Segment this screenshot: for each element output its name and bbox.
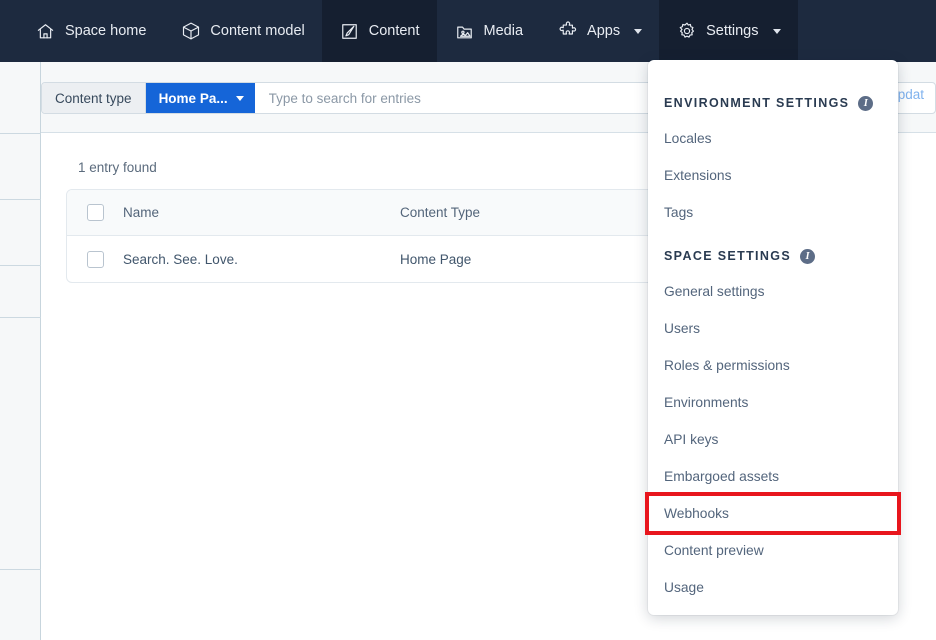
settings-dropdown-menu: ENVIRONMENT SETTINGS i Locales Extension… xyxy=(645,60,901,615)
nav-label-content: Content xyxy=(368,23,420,39)
left-sidebar-rail xyxy=(0,62,41,640)
top-navigation-bar: Space home Content model Content Media A… xyxy=(0,0,936,62)
chevron-down-icon-content-type[interactable] xyxy=(235,96,244,101)
content-type-filter-value: Home Pa... xyxy=(158,90,228,106)
sidebar-divider xyxy=(0,569,41,570)
sidebar-divider xyxy=(0,265,41,266)
menu-item-content-preview[interactable]: Content preview xyxy=(648,532,898,569)
section-header-space-settings: SPACE SETTINGS i xyxy=(648,239,898,273)
menu-item-users[interactable]: Users xyxy=(648,310,898,347)
content-icon xyxy=(339,21,360,42)
nav-label-apps: Apps xyxy=(587,23,621,39)
media-icon xyxy=(454,21,475,42)
apps-puzzle-icon xyxy=(557,21,578,42)
section-header-environment-settings: ENVIRONMENT SETTINGS i xyxy=(648,86,898,120)
sidebar-divider xyxy=(0,133,41,134)
chevron-down-icon-settings[interactable] xyxy=(772,29,781,34)
menu-item-general-settings[interactable]: General settings xyxy=(648,273,898,310)
content-type-filter-pill[interactable]: Home Pa... xyxy=(145,83,255,113)
section-title-environment-settings: ENVIRONMENT SETTINGS xyxy=(664,96,850,110)
home-icon xyxy=(35,21,56,42)
section-title-space-settings: SPACE SETTINGS xyxy=(664,249,792,263)
nav-item-media[interactable]: Media xyxy=(437,0,541,62)
info-icon-environment-settings[interactable]: i xyxy=(858,95,874,111)
sidebar-divider xyxy=(0,317,41,318)
select-all-checkbox[interactable] xyxy=(67,204,123,221)
nav-label-content-model: Content model xyxy=(210,23,305,39)
menu-item-extensions[interactable]: Extensions xyxy=(648,157,898,194)
nav-item-content-model[interactable]: Content model xyxy=(163,0,321,62)
nav-item-settings[interactable]: Settings xyxy=(659,0,798,62)
cell-name[interactable]: Search. See. Love. xyxy=(123,252,400,267)
content-model-icon xyxy=(180,21,201,42)
menu-item-embargoed-assets[interactable]: Embargoed assets xyxy=(648,458,898,495)
menu-item-environments[interactable]: Environments xyxy=(648,384,898,421)
nav-label-media: Media xyxy=(483,23,524,39)
nav-label-space-home: Space home xyxy=(65,23,147,39)
info-icon-space-settings[interactable]: i xyxy=(800,248,816,264)
menu-item-usage[interactable]: Usage xyxy=(648,569,898,606)
menu-spacer xyxy=(648,231,898,239)
sidebar-divider xyxy=(0,199,41,200)
row-checkbox[interactable] xyxy=(67,250,123,268)
nav-label-settings: Settings xyxy=(706,23,759,39)
menu-item-api-keys[interactable]: API keys xyxy=(648,421,898,458)
menu-item-webhooks[interactable]: Webhooks xyxy=(645,492,901,535)
menu-item-tags[interactable]: Tags xyxy=(648,194,898,231)
menu-item-locales[interactable]: Locales xyxy=(648,120,898,157)
nav-item-content[interactable]: Content xyxy=(321,0,437,62)
column-header-name[interactable]: Name xyxy=(123,205,400,220)
content-type-label: Content type xyxy=(42,83,146,113)
nav-item-apps[interactable]: Apps xyxy=(540,0,659,62)
chevron-down-icon-apps[interactable] xyxy=(634,29,643,34)
nav-item-space-home[interactable]: Space home xyxy=(18,0,163,62)
entry-count-label: 1 entry found xyxy=(78,160,157,175)
gear-icon xyxy=(676,21,697,42)
menu-item-roles-permissions[interactable]: Roles & permissions xyxy=(648,347,898,384)
